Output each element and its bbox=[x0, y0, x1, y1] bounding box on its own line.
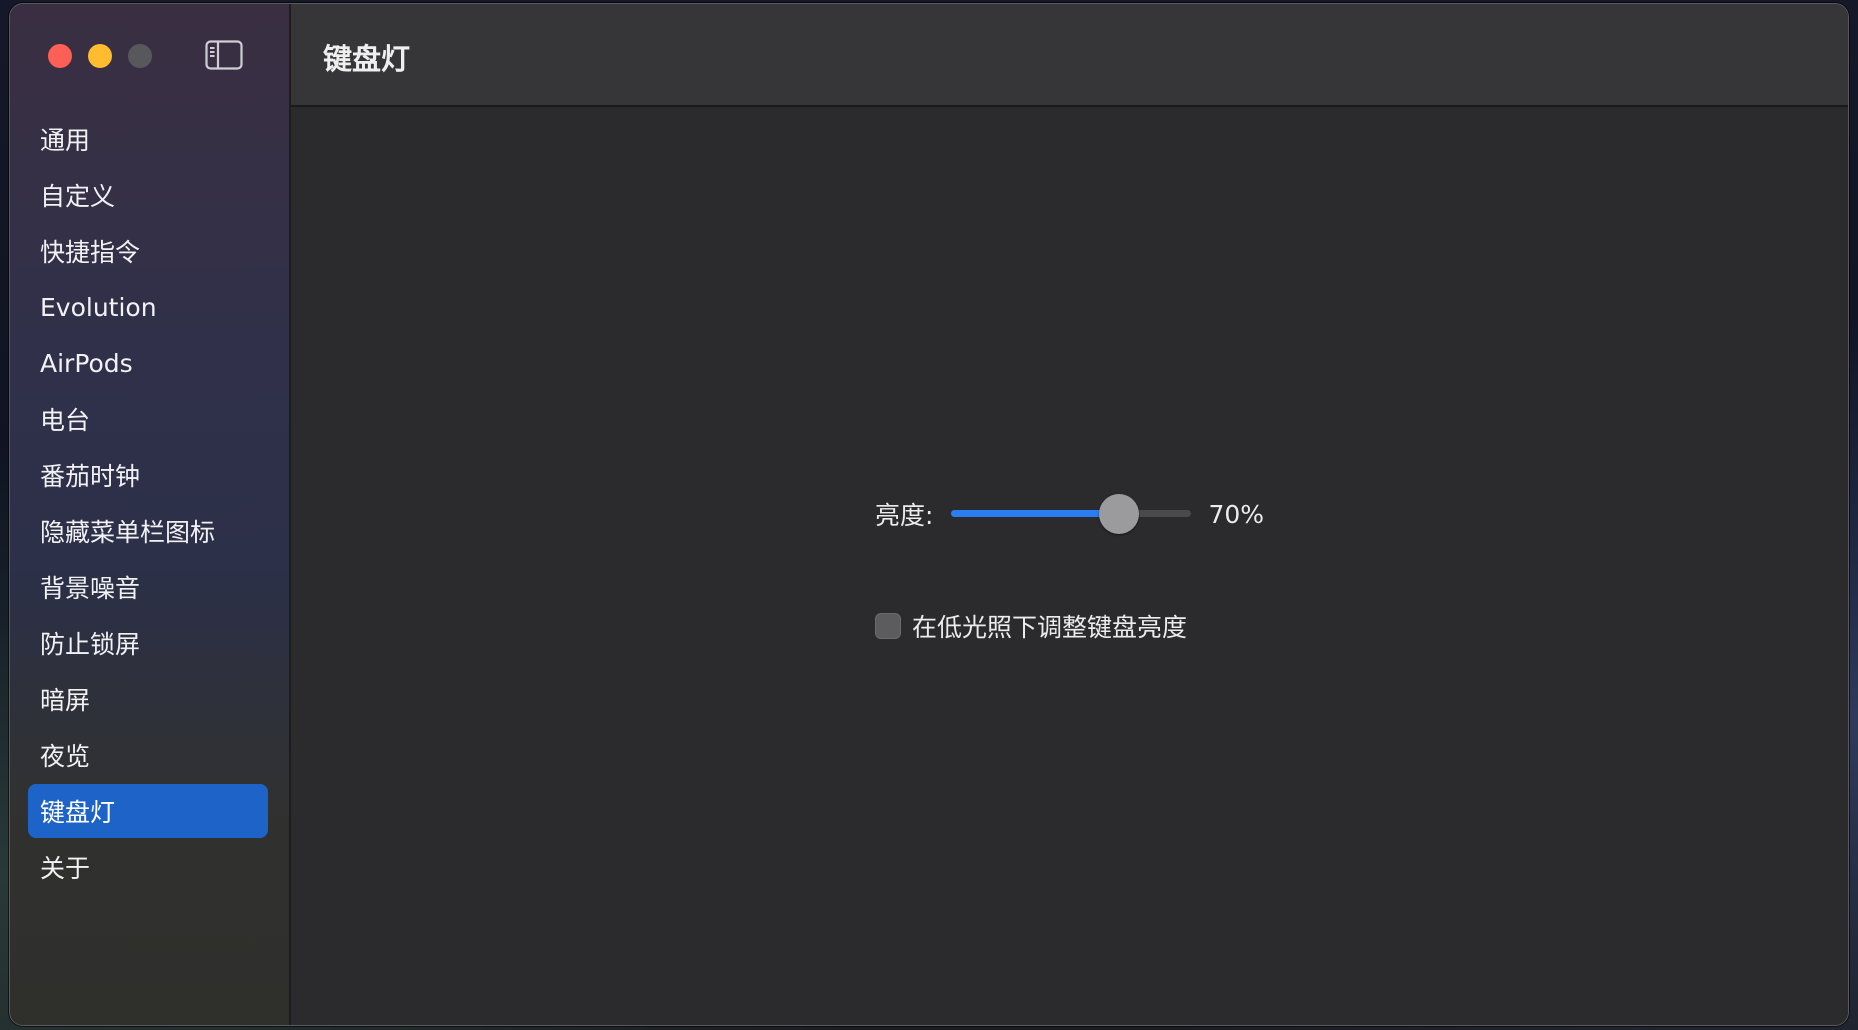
sidebar-item-label: 自定义 bbox=[40, 182, 116, 211]
sidebar-item-label: 背景噪音 bbox=[40, 574, 141, 603]
page-title: 键盘灯 bbox=[323, 42, 411, 76]
sidebar-item-label: AirPods bbox=[40, 348, 133, 378]
sidebar-item[interactable]: 键盘灯 bbox=[28, 784, 268, 838]
sidebar-item[interactable]: 番茄时钟 bbox=[28, 448, 268, 502]
sidebar-item-label: 键盘灯 bbox=[40, 798, 116, 827]
sidebar-item[interactable]: 暗屏 bbox=[28, 672, 268, 726]
auto-adjust-label[interactable]: 在低光照下调整键盘亮度 bbox=[912, 608, 1187, 644]
sidebar-item-label: 番茄时钟 bbox=[40, 462, 141, 491]
zoom-button[interactable] bbox=[128, 44, 152, 68]
sidebar-item-label: 通用 bbox=[40, 126, 91, 155]
sidebar-item[interactable]: 隐藏菜单栏图标 bbox=[28, 504, 268, 558]
main-pane: 键盘灯 亮度: 70% 在低光照下调整键盘亮度 bbox=[291, 4, 1848, 1025]
sidebar-item-label: 暗屏 bbox=[40, 686, 91, 715]
sidebar-item[interactable]: 关于 bbox=[28, 840, 268, 894]
sidebar-item[interactable]: 自定义 bbox=[28, 168, 268, 222]
sidebar-item-label: 防止锁屏 bbox=[40, 630, 141, 659]
sidebar-list: 通用自定义快捷指令 Evolution AirPods 电台番茄时钟隐藏菜单栏图标 背景… bbox=[28, 112, 268, 896]
close-button[interactable] bbox=[48, 44, 72, 68]
minimize-button[interactable] bbox=[88, 44, 112, 68]
sidebar-item[interactable]: 电台 bbox=[28, 392, 268, 446]
app-window: 通用自定义快捷指令 Evolution AirPods 电台番茄时钟隐藏菜单栏图标 背景… bbox=[9, 3, 1849, 1026]
slider-fill bbox=[951, 510, 1120, 517]
sidebar-item[interactable]: Evolution bbox=[28, 280, 268, 334]
sidebar-item[interactable]: AirPods bbox=[28, 336, 268, 390]
sidebar-item-label: Evolution bbox=[40, 292, 157, 322]
sidebar-item[interactable]: 防止锁屏 bbox=[28, 616, 268, 670]
sidebar-item[interactable]: 夜览 bbox=[28, 728, 268, 782]
titlebar: 键盘灯 bbox=[291, 4, 1848, 107]
sidebar-item-label: 快捷指令 bbox=[40, 238, 141, 267]
sidebar-left-icon bbox=[205, 40, 243, 70]
sidebar-item-label: 隐藏菜单栏图标 bbox=[40, 518, 216, 547]
sidebar-item[interactable]: 快捷指令 bbox=[28, 224, 268, 278]
auto-adjust-checkbox[interactable] bbox=[875, 613, 901, 639]
brightness-slider[interactable] bbox=[951, 492, 1192, 536]
sidebar-item-label: 电台 bbox=[40, 406, 91, 435]
sidebar: 通用自定义快捷指令 Evolution AirPods 电台番茄时钟隐藏菜单栏图标 背景… bbox=[10, 4, 291, 1025]
slider-thumb[interactable] bbox=[1099, 494, 1140, 534]
sidebar-item[interactable]: 通用 bbox=[28, 112, 268, 166]
sidebar-item-label: 夜览 bbox=[40, 742, 91, 771]
brightness-label: 亮度: bbox=[875, 501, 934, 530]
brightness-row: 亮度: 70% bbox=[875, 492, 1264, 536]
auto-adjust-row: 在低光照下调整键盘亮度 bbox=[875, 609, 1187, 643]
brightness-value: 70% bbox=[1208, 499, 1265, 529]
sidebar-toggle-button[interactable] bbox=[205, 40, 243, 70]
sidebar-item-label: 关于 bbox=[40, 854, 91, 883]
sidebar-item[interactable]: 背景噪音 bbox=[28, 560, 268, 614]
